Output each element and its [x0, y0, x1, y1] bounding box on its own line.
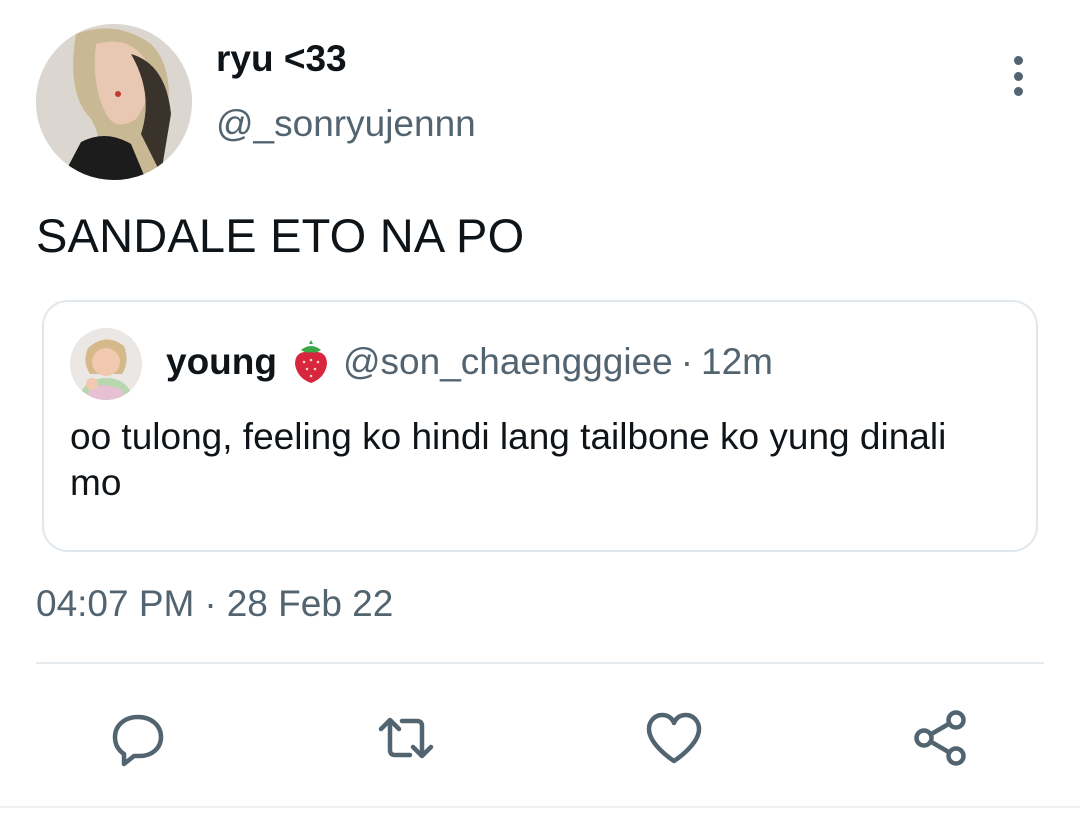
like-button[interactable] [642, 706, 706, 770]
divider [36, 662, 1044, 664]
share-button[interactable] [908, 706, 972, 770]
quoted-handle[interactable]: @son_chaengggiee [343, 341, 673, 383]
reply-button[interactable] [106, 706, 170, 770]
quoted-display-name[interactable]: young [166, 341, 277, 383]
more-vertical-icon [1013, 56, 1023, 65]
tweet-text: SANDALE ETO NA PO [36, 209, 525, 262]
more-options-button[interactable] [998, 52, 1038, 100]
tweet-timestamp[interactable]: 04:07 PM · 28 Feb 22 [36, 583, 393, 625]
quoted-separator: · [680, 341, 694, 382]
bottom-divider [0, 806, 1080, 808]
timestamp-separator: · [204, 583, 217, 624]
author-avatar[interactable] [36, 24, 192, 180]
retweet-icon [378, 717, 434, 759]
more-dot [1013, 87, 1023, 96]
quoted-timestamp[interactable]: 12m [701, 341, 773, 383]
tweet-time: 04:07 PM [36, 583, 195, 624]
avatar-photo [36, 24, 192, 180]
tweet-date: 28 Feb 22 [226, 583, 394, 624]
share-icon [914, 710, 966, 766]
like-icon [646, 712, 702, 764]
quoted-avatar-photo [70, 328, 142, 400]
quoted-tweet[interactable]: young @son_chaengggiee · 12m oo tulong, … [42, 300, 1038, 552]
author-display-name[interactable]: ryu <33 [216, 38, 347, 80]
reply-icon [112, 714, 164, 767]
quoted-author-avatar[interactable] [70, 328, 142, 400]
author-handle[interactable]: @_sonryujennn [216, 103, 476, 145]
strawberry-emoji-icon [291, 340, 331, 384]
quoted-tweet-text: oo tulong, feeling ko hindi lang tailbon… [70, 416, 947, 503]
more-dot [1013, 71, 1023, 81]
retweet-button[interactable] [374, 706, 438, 770]
